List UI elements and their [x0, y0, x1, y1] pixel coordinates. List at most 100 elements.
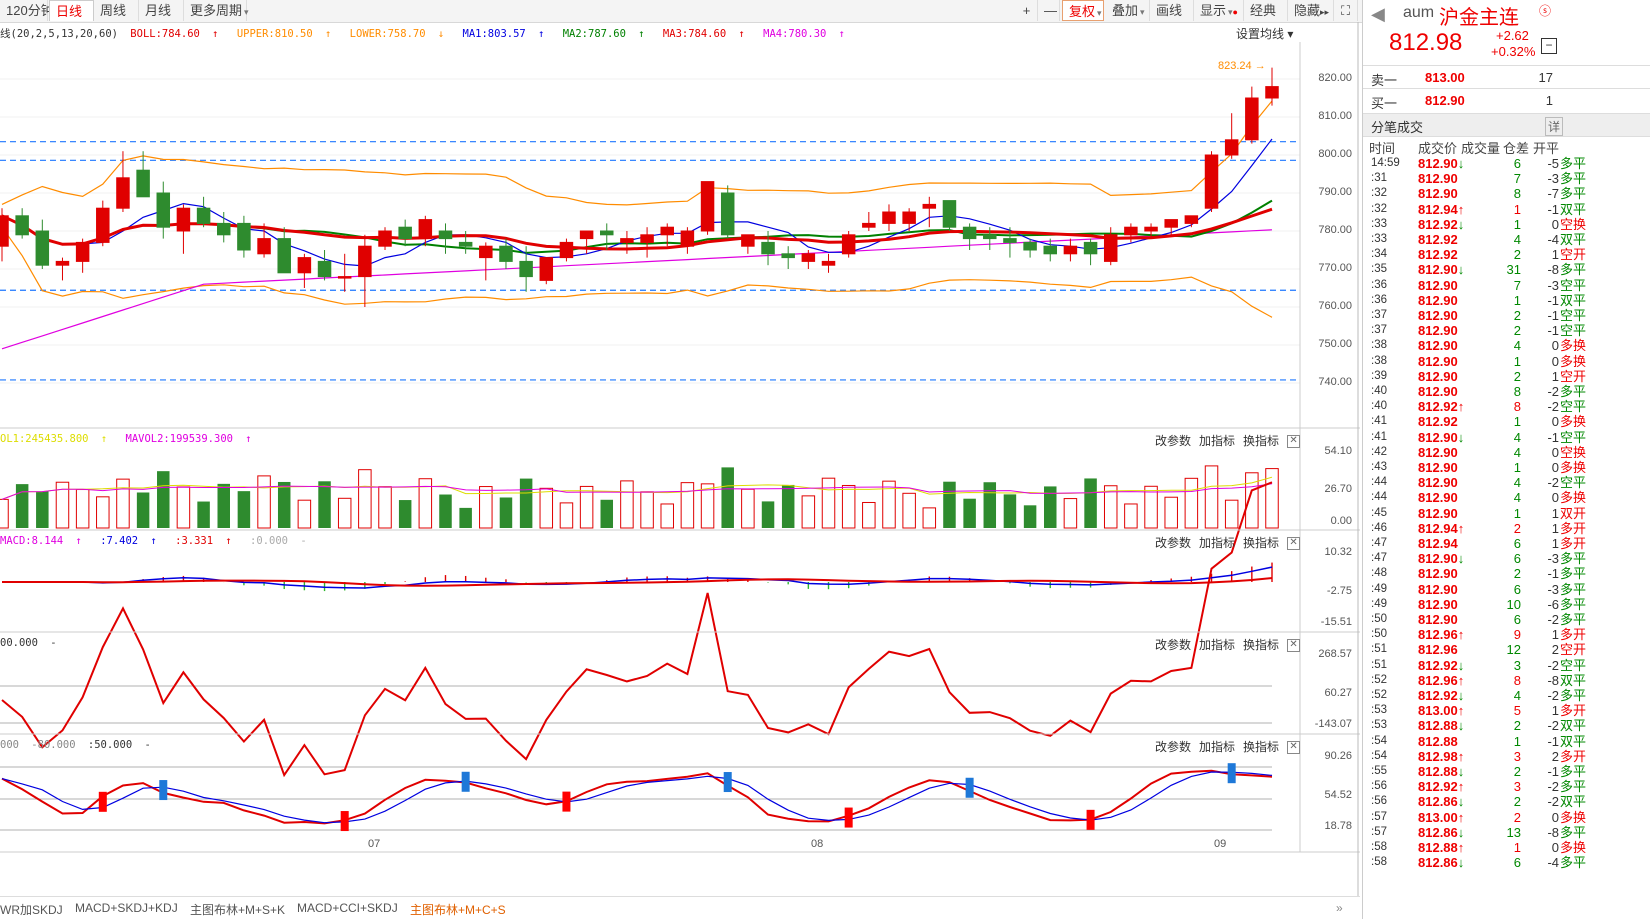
volume-bar — [36, 491, 49, 528]
candle-body — [479, 245, 493, 259]
tick-row: :36 812.90 7 -3 空平 — [1363, 278, 1650, 293]
add-indicator-button[interactable]: 加指标 — [1199, 434, 1235, 448]
tick-volume: 1 — [1513, 840, 1521, 855]
tick-time: :47 — [1371, 552, 1387, 565]
axis-label: 760.00 — [1318, 300, 1352, 312]
tick-row: :45 812.90 1 1 双开 — [1363, 506, 1650, 521]
collapse-arrow-icon[interactable]: ◀ — [1371, 4, 1385, 25]
col-time: 时间 — [1369, 141, 1396, 156]
axis-label: 10.32 — [1324, 546, 1352, 558]
axis-label: 54.52 — [1324, 789, 1352, 801]
volume-bar — [741, 488, 755, 529]
layout-tab-macd-cci-skdj[interactable]: MACD+CCI+SKDJ — [297, 901, 398, 915]
peak-price-label: 823.24 → — [1218, 60, 1266, 72]
kdj-cross-marker — [159, 780, 168, 801]
volume-bar — [1204, 465, 1219, 529]
switch-indicator-button[interactable]: 换指标 — [1243, 740, 1279, 754]
tick-direction-icon: ↓ — [1457, 429, 1465, 445]
layout-tab-boll-mcs[interactable]: 主图布林+M+C+S — [410, 901, 506, 918]
tick-price: 812.90 — [1418, 171, 1458, 187]
candle-body — [902, 211, 916, 224]
edit-params-button[interactable]: 改参数 — [1155, 536, 1191, 550]
volume-bar — [841, 484, 856, 529]
tick-row: :41 812.92 1 0 多换 — [1363, 414, 1650, 429]
tick-type: 多平 — [1560, 566, 1587, 582]
tick-time: :37 — [1371, 309, 1387, 321]
volume-bar — [378, 486, 392, 529]
tick-time: :47 — [1371, 537, 1387, 549]
axis-label: 810.00 — [1318, 110, 1352, 122]
tick-price: 812.86↓ — [1418, 824, 1465, 840]
tick-oi-diff: 2 — [1551, 642, 1559, 658]
switch-indicator-button[interactable]: 换指标 — [1243, 434, 1279, 448]
tick-oi-diff: -4 — [1547, 855, 1559, 871]
candle-body — [317, 260, 332, 278]
tick-time: :58 — [1371, 841, 1387, 853]
candle-body — [337, 276, 352, 279]
tick-oi-diff: 0 — [1551, 338, 1559, 354]
tick-type: 多平 — [1560, 824, 1587, 840]
tick-time: :44 — [1371, 491, 1387, 504]
kdj-cross-marker — [844, 807, 853, 828]
edit-params-button[interactable]: 改参数 — [1155, 740, 1191, 754]
tick-oi-diff: -2 — [1547, 612, 1559, 627]
tick-volume: 7 — [1513, 277, 1521, 293]
tick-direction-icon: ↑ — [1457, 672, 1465, 688]
edit-params-button[interactable]: 改参数 — [1155, 638, 1191, 652]
tick-time: :43 — [1371, 461, 1387, 473]
add-indicator-button[interactable]: 加指标 — [1199, 536, 1235, 550]
tick-price: 812.92 — [1418, 232, 1458, 247]
contract-code: aum — [1403, 4, 1435, 21]
volume-bar — [499, 497, 513, 528]
tick-time: :36 — [1371, 293, 1387, 306]
axis-label: -2.75 — [1326, 585, 1352, 597]
tick-time: :41 — [1371, 415, 1387, 428]
tick-price: 812.86↓ — [1418, 794, 1465, 810]
candle-body — [519, 260, 533, 278]
candle-body — [176, 207, 191, 232]
add-indicator-button[interactable]: 加指标 — [1199, 638, 1235, 652]
tick-price: 812.86↓ — [1418, 855, 1465, 871]
tick-oi-diff: 1 — [1551, 505, 1559, 521]
info-icon[interactable]: ⓢ — [1539, 2, 1551, 19]
volume-bar — [559, 502, 574, 529]
tick-direction-icon: ↑ — [1457, 201, 1465, 217]
tick-oi-diff: -1 — [1547, 566, 1559, 582]
switch-indicator-button[interactable]: 换指标 — [1243, 536, 1279, 550]
volume-bar — [277, 481, 291, 528]
tick-oi-diff: -2 — [1547, 657, 1559, 673]
tick-volume: 2 — [1513, 368, 1521, 384]
kdj-cross-marker — [340, 811, 349, 832]
tick-oi-diff: 0 — [1551, 353, 1559, 369]
tick-type: 多平 — [1560, 384, 1587, 399]
kdj-k-line — [1, 769, 1273, 825]
volume-bar — [439, 494, 452, 528]
kdj-cross-marker — [723, 772, 732, 793]
volume-bar — [1044, 486, 1057, 528]
layout-tab-wr-skdj[interactable]: WR加SKDJ — [0, 901, 63, 918]
tick-oi-diff: -1 — [1547, 201, 1559, 217]
layout-tab-boll-msk[interactable]: 主图布林+M+S+K — [190, 901, 285, 918]
minimize-icon[interactable]: − — [1541, 38, 1557, 54]
tick-oi-diff: 0 — [1551, 840, 1559, 855]
add-indicator-button[interactable]: 加指标 — [1199, 740, 1235, 754]
edit-params-button[interactable]: 改参数 — [1155, 434, 1191, 448]
switch-indicator-button[interactable]: 换指标 — [1243, 638, 1279, 652]
tick-type: 多换 — [1560, 414, 1587, 430]
candle-body — [1023, 241, 1037, 251]
tick-direction-icon: ↓ — [1457, 156, 1465, 171]
volume-bar — [620, 480, 634, 529]
layout-tab-macd-skdj-kdj[interactable]: MACD+SKDJ+KDJ — [75, 901, 178, 915]
tick-row: :44 812.90 4 0 多换 — [1363, 490, 1650, 505]
volume-bar — [519, 478, 533, 528]
tick-price: 812.92 — [1418, 414, 1458, 430]
scroll-right-icon[interactable]: » — [1336, 901, 1343, 915]
kdj-cross-marker — [562, 791, 571, 812]
candle-body — [116, 177, 130, 209]
volume-bar — [781, 484, 795, 528]
tick-row: :33 812.92 4 -4 双平 — [1363, 232, 1650, 247]
axis-label: 90.26 — [1324, 750, 1352, 762]
ticks-detail-button[interactable]: 详 — [1545, 117, 1564, 136]
tick-volume: 6 — [1513, 536, 1521, 551]
candle-body — [297, 257, 312, 274]
